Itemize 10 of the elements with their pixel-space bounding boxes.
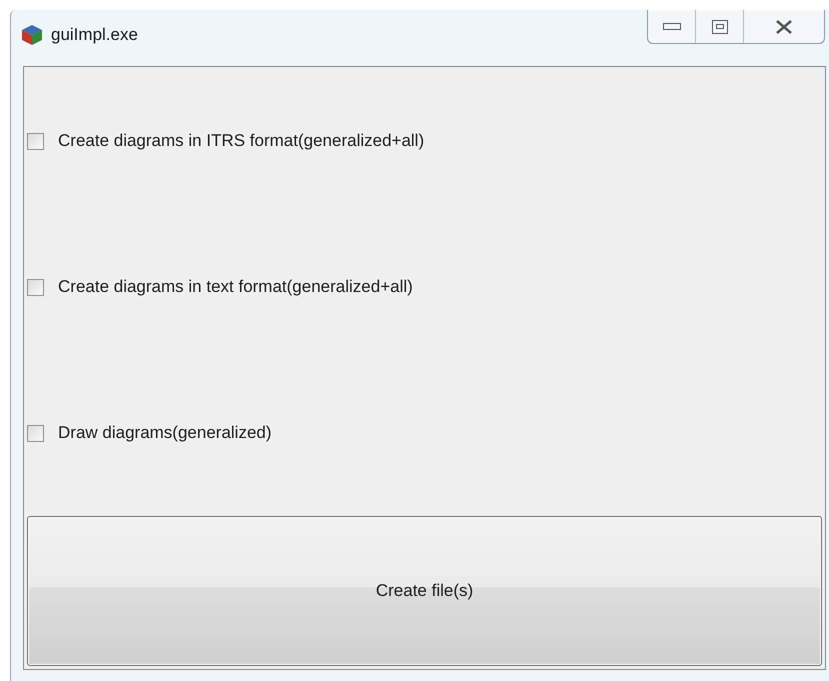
checkbox-label: Create diagrams in text format(generalized+all) [58,276,413,298]
checkbox[interactable] [27,132,44,150]
checkbox[interactable] [27,278,44,296]
checkbox[interactable] [27,424,44,442]
checkbox-label: Create diagrams in ITRS format(generalized+all) [58,130,424,152]
window-title: guiImpl.exe [51,24,138,46]
checkbox-label: Draw diagrams(generalized) [58,422,272,444]
close-icon [775,20,793,34]
cube-icon [21,24,43,46]
create-files-button[interactable]: Create file(s) [27,516,822,666]
